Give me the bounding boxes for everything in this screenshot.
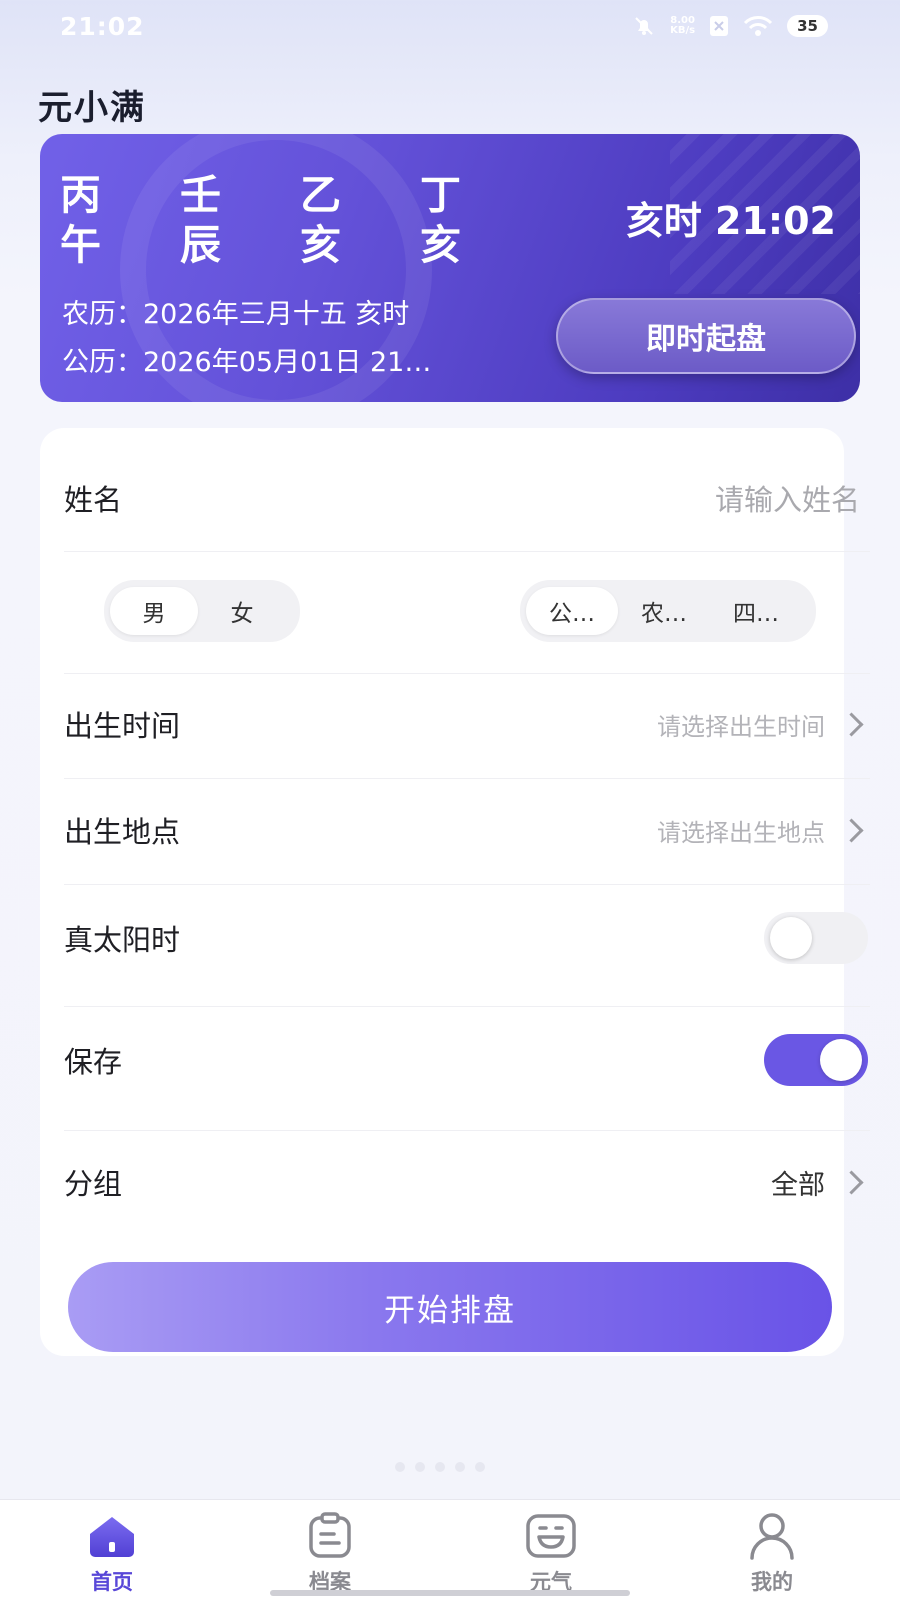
- divider: [64, 1130, 870, 1131]
- branch-hour: 亥: [420, 221, 461, 269]
- mute-bell-icon: [635, 17, 653, 35]
- page-dot: [435, 1462, 445, 1472]
- instant-chart-button[interactable]: 即时起盘: [556, 298, 856, 374]
- birth-place-value: 请选择出生地点: [657, 813, 868, 848]
- chevron-right-icon: [839, 711, 864, 737]
- chevron-right-icon: [839, 817, 864, 843]
- tab-archive[interactable]: 档案: [270, 1510, 390, 1596]
- calendar-option-solar[interactable]: 公…: [526, 587, 618, 635]
- gender-option-female[interactable]: 女: [198, 587, 286, 635]
- divider: [64, 1006, 870, 1007]
- start-chart-button[interactable]: 开始排盘: [68, 1262, 832, 1352]
- earthly-branches-row: 午 辰 亥 亥: [60, 220, 540, 270]
- stem-year: 丙: [60, 171, 101, 219]
- calendar-type-segmented-control: 公… 农… 四…: [520, 580, 816, 642]
- bazi-banner: 丙 壬 乙 丁 午 辰 亥 亥 亥时 21:02 农历：2026年三月十五 亥时…: [40, 134, 860, 402]
- birth-time-label: 出生时间: [64, 709, 181, 743]
- birth-time-placeholder: 请选择出生时间: [657, 712, 825, 741]
- sim-x-icon: [710, 16, 729, 36]
- name-input[interactable]: 请输入姓名: [715, 477, 860, 519]
- tab-label: 我的: [751, 1570, 793, 1594]
- user-icon: [750, 1513, 794, 1560]
- stem-month: 壬: [180, 171, 221, 219]
- birth-time-value: 请选择出生时间: [657, 707, 868, 742]
- page-dot: [415, 1462, 425, 1472]
- chevron-right-icon: [839, 1169, 864, 1195]
- tab-yuanqi[interactable]: 元气: [491, 1510, 611, 1596]
- branch-day: 亥: [300, 221, 341, 269]
- stem-hour: 丁: [420, 171, 461, 219]
- heavenly-stems-row: 丙 壬 乙 丁: [60, 170, 540, 220]
- true-solar-time-toggle[interactable]: [764, 912, 868, 964]
- birth-place-label: 出生地点: [64, 815, 181, 849]
- tab-home[interactable]: 首页: [52, 1510, 172, 1596]
- group-value-wrap: 全部: [771, 1163, 868, 1202]
- save-label: 保存: [64, 1045, 123, 1079]
- chart-form-card: [40, 428, 844, 1356]
- save-toggle[interactable]: [764, 1034, 868, 1086]
- solar-date: 公历：2026年05月01日 21…: [62, 347, 432, 378]
- smile-face-icon: [526, 1514, 576, 1558]
- gender-option-male[interactable]: 男: [110, 587, 198, 635]
- battery-level: 35: [787, 15, 828, 37]
- name-row: 姓名 请输入姓名: [64, 472, 868, 524]
- divider: [64, 673, 870, 674]
- home-icon: [90, 1517, 134, 1557]
- status-bar: 21:02 8.00 KB/s 35: [0, 0, 900, 58]
- page-dot: [475, 1462, 485, 1472]
- gender-segmented-control: 男 女: [104, 580, 300, 642]
- tab-mine[interactable]: 我的: [712, 1510, 832, 1596]
- bottom-tab-bar: 首页 档案 元气 我的: [0, 1499, 900, 1601]
- true-solar-time-row: 真太阳时: [64, 912, 868, 964]
- home-indicator[interactable]: [270, 1590, 630, 1596]
- wifi-icon: [744, 16, 773, 36]
- divider: [64, 778, 870, 779]
- birth-place-row[interactable]: 出生地点 请选择出生地点: [64, 804, 868, 856]
- status-time: 21:02: [60, 12, 145, 41]
- branch-month: 辰: [180, 221, 221, 269]
- stem-day: 乙: [300, 171, 341, 219]
- page-dot: [455, 1462, 465, 1472]
- group-value: 全部: [771, 1169, 825, 1201]
- group-row[interactable]: 分组 全部: [64, 1156, 868, 1208]
- net-speed-unit: KB/s: [670, 25, 696, 36]
- true-solar-time-label: 真太阳时: [64, 923, 181, 957]
- divider: [64, 551, 870, 552]
- status-icons: 8.00 KB/s 35: [632, 14, 828, 38]
- app-title: 元小满: [38, 88, 146, 128]
- ganzhi-grid: 丙 壬 乙 丁 午 辰 亥 亥: [60, 170, 540, 270]
- calendar-option-lunar[interactable]: 农…: [618, 587, 710, 635]
- tab-label: 首页: [91, 1570, 133, 1594]
- save-row: 保存: [64, 1034, 868, 1086]
- current-hour-label: 亥时 21:02: [625, 199, 836, 243]
- birth-place-placeholder: 请选择出生地点: [657, 818, 825, 847]
- page-dot: [395, 1462, 405, 1472]
- toggle-knob: [770, 917, 812, 959]
- lunar-date: 农历：2026年三月十五 亥时: [62, 299, 410, 330]
- divider: [64, 884, 870, 885]
- birth-time-row[interactable]: 出生时间 请选择出生时间: [64, 698, 868, 750]
- page-indicator: [395, 1462, 485, 1472]
- clipboard-icon: [309, 1512, 351, 1558]
- group-label: 分组: [64, 1167, 123, 1201]
- branch-year: 午: [60, 221, 101, 269]
- calendar-option-four-pillars[interactable]: 四…: [710, 587, 802, 635]
- net-speed: 8.00 KB/s: [670, 16, 695, 36]
- toggle-knob: [820, 1039, 862, 1081]
- name-label: 姓名: [64, 483, 123, 517]
